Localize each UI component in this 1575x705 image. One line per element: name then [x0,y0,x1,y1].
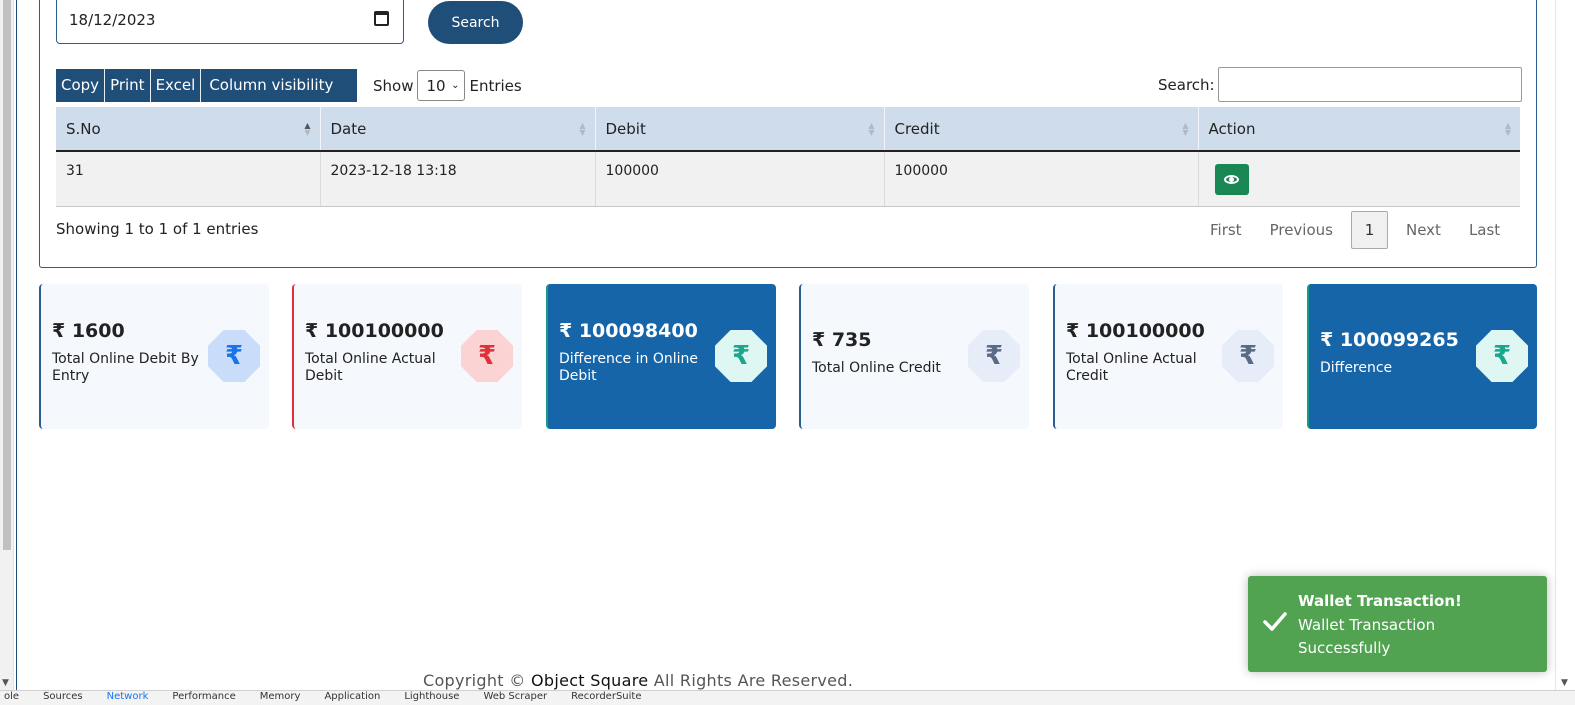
view-button[interactable] [1214,164,1249,195]
tile-total-online-debit-by-entry: ₹ 1600 Total Online Debit By Entry ₹ [39,284,269,429]
pagination-next[interactable]: Next [1392,221,1455,239]
tile-total-online-credit: ₹ 735 Total Online Credit ₹ [799,284,1029,429]
column-header-date[interactable]: Date ▲ ▼ [320,107,596,152]
rupee-icon: ₹ [1476,330,1528,382]
tile-label: Total Online Debit By Entry [52,351,199,384]
column-header-label: Credit [894,119,940,138]
copy-button[interactable]: Copy [56,69,106,102]
date-input-value: 18/12/2023 [69,11,156,29]
tile-amount: ₹ 735 [812,329,872,351]
tile-label: Total Online Credit [812,360,941,376]
column-header-label: Debit [605,119,646,138]
page-length-value: 10 [426,76,446,95]
devtools-tab-console[interactable]: ole [4,691,19,705]
devtools-tab-web-scraper[interactable]: Web Scraper [483,691,547,705]
pagination-page-1[interactable]: 1 [1350,211,1388,249]
tile-total-online-actual-debit: ₹ 100100000 Total Online Actual Debit ₹ [292,284,522,429]
tile-difference: ₹ 100099265 Difference ₹ [1307,284,1537,429]
checkmark-icon [1263,612,1287,631]
tile-label: Difference in Online Debit [559,351,698,384]
footer-prefix: Copyright © [423,671,526,690]
cell-action [1198,151,1520,207]
column-header-label: Date [330,119,367,138]
sort-icon: ▲ ▼ [579,121,586,137]
print-button[interactable]: Print [105,69,151,102]
cell-sno: 31 [56,151,321,207]
table-info: Showing 1 to 1 of 1 entries [56,220,259,238]
pagination-first[interactable]: First [1196,221,1256,239]
table-row: 31 2023-12-18 13:18 100000 100000 [56,151,1520,207]
rupee-icon: ₹ [968,330,1020,382]
pagination: First Previous 1 Next Last [1196,211,1514,249]
rupee-icon: ₹ [208,330,260,382]
chevron-down-icon: ⌄ [451,80,460,91]
sort-icon: ▲ ▼ [1182,121,1189,137]
devtools-tab-network[interactable]: Network [107,691,149,705]
column-header-label: S.No [66,119,101,138]
cell-debit: 100000 [595,151,885,207]
devtools-tab-application[interactable]: Application [324,691,380,705]
export-buttons: Copy Print Excel Column visibility [56,69,358,102]
table-search-input[interactable] [1217,67,1522,102]
tile-label: Total Online Actual Debit [305,351,436,384]
tile-label: Difference [1320,360,1393,376]
content-border [16,0,17,690]
excel-button[interactable]: Excel [150,69,202,102]
pagination-last[interactable]: Last [1455,221,1514,239]
tile-amount: ₹ 100100000 [305,320,444,342]
search-button[interactable]: Search [428,1,523,44]
scroll-down-arrow-icon[interactable]: ▼ [1561,678,1568,688]
transactions-table: S.No ▲ ▼ Date ▲ ▼ Debit ▲ ▼ Credit ▲ ▼ Actio… [56,107,1520,207]
pagination-previous[interactable]: Previous [1256,221,1347,239]
footer-suffix: All Rights Are Reserved. [653,671,854,690]
eye-icon [1224,175,1239,184]
table-search: Search: [1158,67,1522,102]
table-header-row: S.No ▲ ▼ Date ▲ ▼ Debit ▲ ▼ Credit ▲ ▼ Actio… [56,107,1520,152]
success-toast[interactable]: Wallet Transaction! Wallet Transaction S… [1248,576,1547,672]
search-label: Search: [1158,75,1215,94]
column-header-credit[interactable]: Credit ▲ ▼ [884,107,1199,152]
rupee-icon: ₹ [461,330,513,382]
column-visibility-button[interactable]: Column visibility [201,69,358,102]
devtools-tab-sources[interactable]: Sources [43,691,83,705]
scroll-down-arrow-icon[interactable]: ▼ [2,678,9,688]
rupee-icon: ₹ [1222,330,1274,382]
tile-amount: ₹ 100100000 [1066,320,1205,342]
entries-label: Entries [469,76,522,95]
page-length-control: Show 10 ⌄ Entries [373,69,522,102]
rupee-icon: ₹ [715,330,767,382]
footer-brand[interactable]: Object Square [531,671,648,690]
column-header-debit[interactable]: Debit ▲ ▼ [595,107,885,152]
right-scrollbar[interactable]: ▼ [1555,0,1575,690]
show-label: Show [373,76,414,95]
sort-icon: ▲ ▼ [304,121,311,137]
cell-date: 2023-12-18 13:18 [320,151,596,207]
tile-total-online-actual-credit: ₹ 100100000 Total Online Actual Credit ₹ [1053,284,1283,429]
devtools-tab-performance[interactable]: Performance [172,691,235,705]
tile-amount: ₹ 100099265 [1320,329,1459,351]
column-header-sno[interactable]: S.No ▲ ▼ [56,107,321,152]
devtools-tab-lighthouse[interactable]: Lighthouse [404,691,459,705]
devtools-tab-recordersuite[interactable]: RecorderSuite [571,691,641,705]
tile-amount: ₹ 100098400 [559,320,698,342]
devtools-tab-bar: ole Sources Network Performance Memory A… [0,690,1575,705]
toast-title: Wallet Transaction! [1298,592,1462,610]
page-length-select[interactable]: 10 ⌄ [417,70,466,101]
column-header-label: Action [1208,119,1256,138]
sort-icon: ▲ ▼ [868,121,875,137]
tile-difference-in-online-debit: ₹ 100098400 Difference in Online Debit ₹ [546,284,776,429]
tile-amount: ₹ 1600 [52,320,125,342]
sort-icon: ▲ ▼ [1504,121,1511,137]
devtools-tab-memory[interactable]: Memory [260,691,301,705]
date-input[interactable]: 18/12/2023 [56,0,404,44]
left-scrollbar[interactable]: ▼ [0,0,14,690]
toast-message: Wallet Transaction Successfully [1298,616,1436,657]
tile-label: Total Online Actual Credit [1066,351,1197,384]
cell-credit: 100000 [884,151,1199,207]
column-header-action[interactable]: Action ▲ ▼ [1198,107,1520,152]
calendar-icon[interactable] [374,11,389,26]
footer-copyright: Copyright © Object Square All Rights Are… [423,671,853,690]
scrollbar-thumb[interactable] [3,0,11,550]
